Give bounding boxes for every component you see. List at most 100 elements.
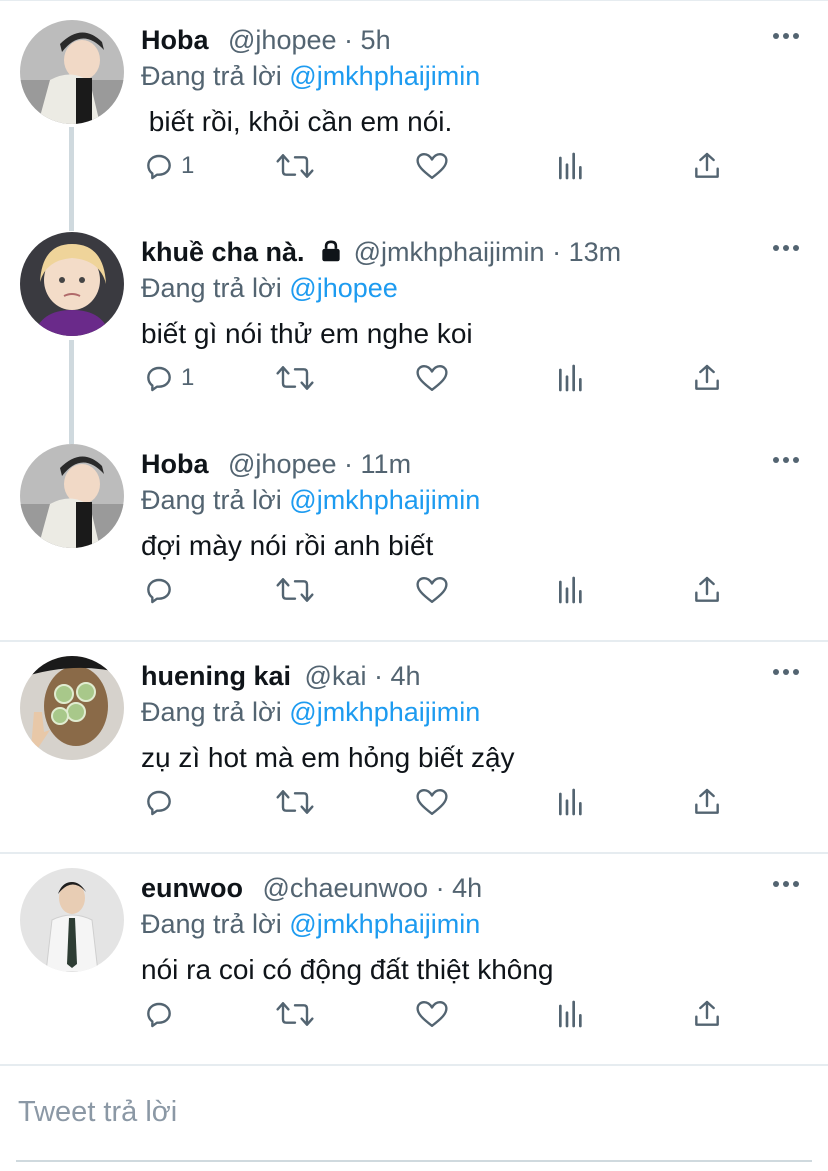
tweet[interactable]: Hoba @jhopee · 5h Đang trả lời @jmkhphai… [0, 0, 828, 212]
tweet[interactable]: khuề cha nà. @jmkhphaijimin · 13m Đang t… [0, 212, 828, 424]
share-button[interactable] [691, 782, 723, 822]
reply-button[interactable] [143, 782, 181, 822]
tweet-header: Hoba @jhopee · 11m [141, 446, 411, 482]
reply-button[interactable]: 1 [143, 146, 194, 186]
reply-button[interactable] [143, 570, 181, 610]
share-button[interactable] [691, 146, 723, 186]
views-button[interactable] [555, 782, 587, 822]
share-upload-icon [691, 362, 723, 394]
replying-to: Đang trả lời @jmkhphaijimin [141, 482, 480, 518]
replying-to-label: Đang trả lời [141, 697, 282, 727]
reply-count: 1 [181, 364, 195, 391]
timestamp[interactable]: 5h [361, 25, 391, 55]
display-name[interactable]: Hoba [141, 25, 209, 55]
views-button[interactable] [555, 358, 587, 398]
bar-chart-icon [555, 998, 587, 1030]
retweet-button[interactable] [275, 782, 315, 822]
avatar[interactable] [20, 656, 124, 760]
mention-link[interactable]: @jhopee [289, 273, 398, 303]
replying-to: Đang trả lời @jmkhphaijimin [141, 906, 480, 942]
tweet[interactable]: Hoba @jhopee · 11m Đang trả lời @jmkhpha… [0, 424, 828, 640]
tweet[interactable]: eunwoo @chaeunwoo · 4h Đang trả lời @jmk… [0, 848, 828, 1064]
share-button[interactable] [691, 570, 723, 610]
separator-dot: · [435, 873, 445, 903]
replying-to-label: Đang trả lời [141, 61, 282, 91]
heart-icon [415, 786, 449, 818]
retweet-icon [275, 150, 315, 182]
tweet-text: biết gì nói thử em nghe koi [141, 318, 473, 349]
display-name[interactable]: huening kai [141, 661, 291, 691]
tweet[interactable]: huening kai @kai · 4h Đang trả lời @jmkh… [0, 636, 828, 852]
timestamp[interactable]: 4h [452, 873, 482, 903]
retweet-button[interactable] [275, 570, 315, 610]
tweet-actions [141, 994, 741, 1034]
share-upload-icon [691, 786, 723, 818]
share-upload-icon [691, 998, 723, 1030]
reply-button[interactable] [143, 994, 181, 1034]
share-upload-icon [691, 150, 723, 182]
tweet-header: Hoba @jhopee · 5h [141, 22, 391, 58]
heart-icon [415, 574, 449, 606]
mention-link[interactable]: @jmkhphaijimin [289, 697, 480, 727]
lock-icon [318, 237, 344, 273]
mention-link[interactable]: @jmkhphaijimin [289, 485, 480, 515]
bar-chart-icon [555, 362, 587, 394]
retweet-button[interactable] [275, 994, 315, 1034]
divider [0, 1064, 828, 1066]
like-button[interactable] [415, 146, 449, 186]
timestamp[interactable]: 13m [569, 237, 622, 267]
timestamp[interactable]: 11m [361, 449, 412, 479]
avatar[interactable] [20, 20, 124, 124]
avatar[interactable] [20, 868, 124, 972]
user-handle[interactable]: @kai [305, 661, 367, 691]
retweet-icon [275, 362, 315, 394]
display-name[interactable]: Hoba [141, 449, 209, 479]
display-name[interactable]: eunwoo [141, 873, 243, 903]
reply-input-underline [16, 1160, 812, 1162]
user-handle[interactable]: @chaeunwoo [263, 873, 429, 903]
mention-link[interactable]: @jmkhphaijimin [289, 61, 480, 91]
user-handle[interactable]: @jhopee [228, 449, 337, 479]
like-button[interactable] [415, 570, 449, 610]
more-dots-icon[interactable] [770, 26, 802, 46]
more-dots-icon[interactable] [770, 238, 802, 258]
speech-bubble-icon [143, 786, 175, 818]
avatar[interactable] [20, 232, 124, 336]
user-handle[interactable]: @jhopee [228, 25, 337, 55]
share-button[interactable] [691, 358, 723, 398]
speech-bubble-icon [143, 574, 175, 606]
retweet-icon [275, 574, 315, 606]
avatar[interactable] [20, 444, 124, 548]
more-dots-icon[interactable] [770, 874, 802, 894]
more-dots-icon[interactable] [770, 662, 802, 682]
tweet-actions [141, 570, 741, 610]
timestamp[interactable]: 4h [391, 661, 421, 691]
reply-input[interactable]: Tweet trả lời [18, 1096, 177, 1129]
views-button[interactable] [555, 146, 587, 186]
speech-bubble-icon [143, 998, 175, 1030]
retweet-button[interactable] [275, 146, 315, 186]
tweet-actions: 1 [141, 358, 741, 398]
reply-button[interactable]: 1 [143, 358, 194, 398]
tweet-text: nói ra coi có động đất thiệt không [141, 954, 554, 985]
like-button[interactable] [415, 994, 449, 1034]
tweet-header: huening kai @kai · 4h [141, 658, 421, 694]
views-button[interactable] [555, 570, 587, 610]
separator-dot: · [344, 449, 354, 479]
retweet-button[interactable] [275, 358, 315, 398]
heart-icon [415, 150, 449, 182]
share-button[interactable] [691, 994, 723, 1034]
retweet-icon [275, 786, 315, 818]
display-name[interactable]: khuề cha nà. [141, 237, 305, 267]
replying-to: Đang trả lời @jmkhphaijimin [141, 58, 480, 94]
views-button[interactable] [555, 994, 587, 1034]
mention-link[interactable]: @jmkhphaijimin [289, 909, 480, 939]
user-handle[interactable]: @jmkhphaijimin [354, 237, 545, 267]
more-dots-icon[interactable] [770, 450, 802, 470]
bar-chart-icon [555, 150, 587, 182]
replying-to: Đang trả lời @jmkhphaijimin [141, 694, 480, 730]
heart-icon [415, 998, 449, 1030]
like-button[interactable] [415, 358, 449, 398]
like-button[interactable] [415, 782, 449, 822]
reply-count: 1 [181, 152, 195, 179]
